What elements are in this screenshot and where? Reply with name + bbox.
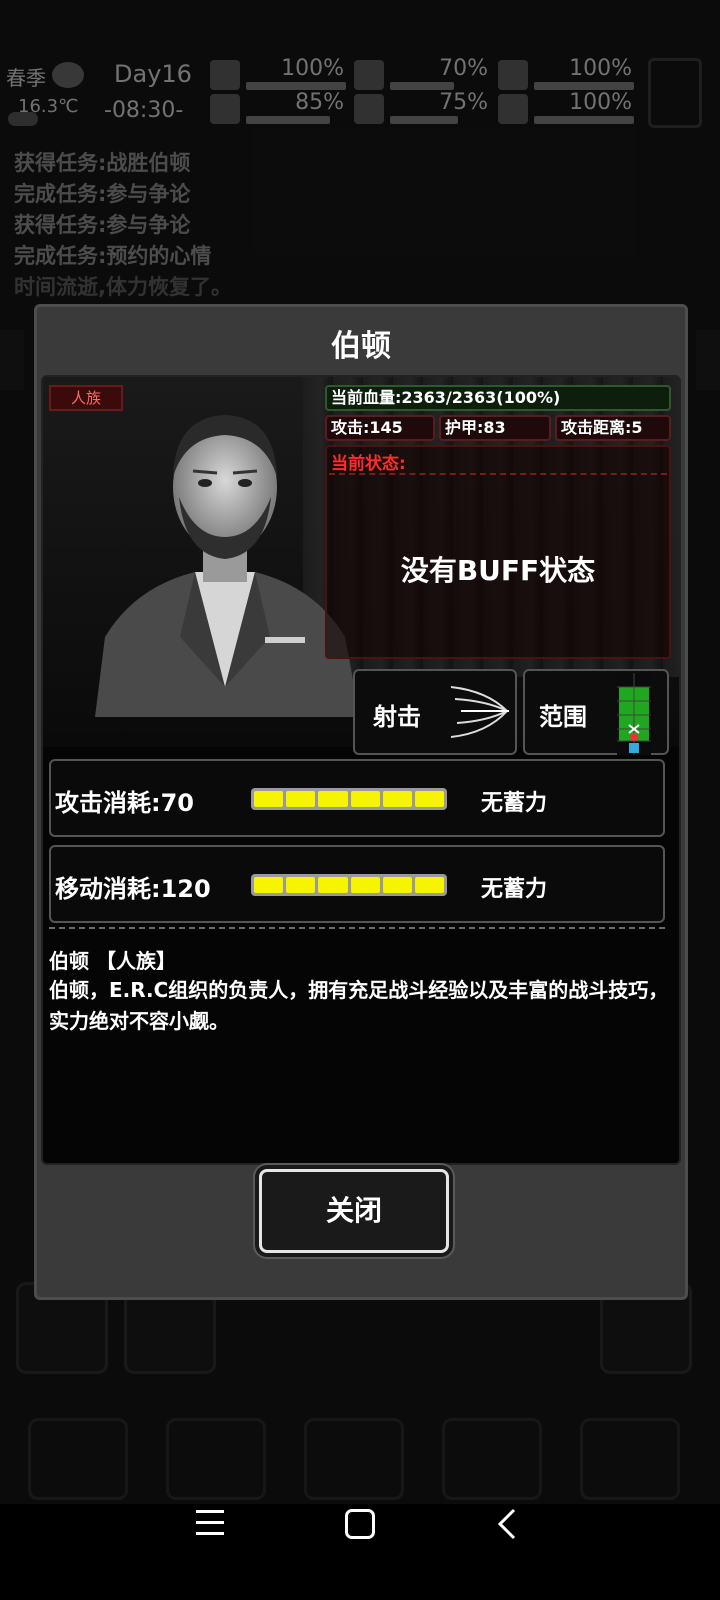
- recent-apps-icon[interactable]: [196, 1508, 224, 1538]
- character-panel: 人族 当前血量:2363/2363(100%) 攻击:145 护甲:83 攻击距…: [41, 375, 681, 1165]
- character-info-dialog: 伯顿 人族 当前血量:2363/2363(100%) 攻击:145 护甲:83 …: [34, 304, 688, 1300]
- attack-stat: 攻击:145: [325, 415, 435, 441]
- attack-cost-gauge: [251, 788, 447, 810]
- status-label: 当前状态:: [331, 454, 406, 474]
- status-divider: [329, 473, 667, 475]
- attack-cost-label: 攻击消耗:70: [55, 789, 194, 817]
- section-divider: [49, 927, 665, 929]
- race-tag: 人族: [49, 385, 123, 411]
- attack-cost-row: 攻击消耗:70 无蓄力: [49, 759, 665, 837]
- status-text: 没有BUFF状态: [400, 554, 596, 587]
- description-title: 伯顿 【人族】: [49, 949, 176, 973]
- home-icon[interactable]: [345, 1509, 375, 1539]
- skill-range-label: 范围: [539, 703, 587, 731]
- back-icon[interactable]: [496, 1508, 520, 1540]
- skill-shoot-button[interactable]: 射击: [353, 669, 517, 755]
- armor-stat: 护甲:83: [439, 415, 551, 441]
- move-charge-label: 无蓄力: [481, 877, 548, 902]
- skill-range-button[interactable]: 范围: [523, 669, 669, 755]
- attack-charge-label: 无蓄力: [481, 791, 548, 816]
- dialog-title: 伯顿: [331, 329, 391, 364]
- close-button[interactable]: 关闭: [259, 1169, 449, 1253]
- move-cost-row: 移动消耗:120 无蓄力: [49, 845, 665, 923]
- move-cost-label: 移动消耗:120: [55, 875, 211, 903]
- skill-shoot-label: 射击: [373, 703, 421, 731]
- hp-display: 当前血量:2363/2363(100%): [325, 385, 671, 411]
- attack-range-stat: 攻击距离:5: [555, 415, 671, 441]
- status-box: 当前状态: 没有BUFF状态: [325, 445, 671, 659]
- move-cost-gauge: [251, 874, 447, 896]
- grid-range-icon: [617, 673, 651, 755]
- character-description: 伯顿，E.R.C组织的负责人，拥有充足战斗经验以及丰富的战斗技巧，实力绝对不容小…: [49, 978, 669, 1033]
- arrows-icon: [450, 686, 509, 738]
